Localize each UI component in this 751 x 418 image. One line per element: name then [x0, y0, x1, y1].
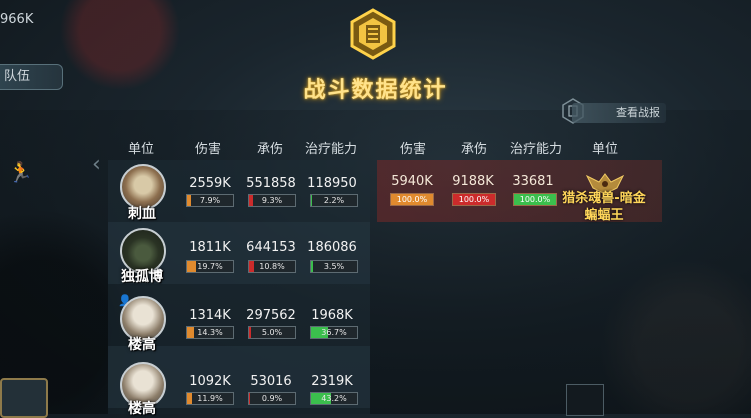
damage-bar: 19.7% [186, 260, 234, 273]
heal-value: 2319K [311, 374, 353, 389]
chevron-left-icon[interactable]: ‹ [92, 152, 101, 177]
enemy-heal-bar: 100.0% [513, 193, 557, 206]
damage-value: 1092K [189, 374, 231, 389]
enemy-name: 猎杀魂兽-暗金蝙蝠王 [562, 191, 646, 223]
enemy-taken-bar: 100.0% [452, 193, 496, 206]
enemy-heal-value: 33681 [512, 174, 554, 189]
stats-emblem-icon [350, 8, 396, 60]
taken-bar: 0.9% [248, 392, 296, 405]
damage-bar: 11.9% [186, 392, 234, 405]
damage-value: 2559K [189, 176, 231, 191]
item-slot[interactable] [566, 384, 604, 416]
enemy-taken-value: 9188K [452, 174, 494, 189]
taken-bar: 9.3% [248, 194, 296, 207]
header-unit-right: 单位 [592, 142, 619, 157]
taken-value: 644153 [246, 240, 296, 255]
hero-name: 刺血 [128, 206, 156, 222]
hero-name: 独孤博 [121, 269, 163, 285]
taken-value: 297562 [246, 308, 296, 323]
heal-bar: 2.2% [310, 194, 358, 207]
heal-value: 186086 [307, 240, 357, 255]
header-taken-left: 承伤 [257, 142, 284, 157]
damage-bar: 7.9% [186, 194, 234, 207]
hero-name: 楼高 [128, 401, 156, 417]
header-heal-left: 治疗能力 [305, 142, 358, 157]
damage-bar: 14.3% [186, 326, 234, 339]
heal-value: 1968K [311, 308, 353, 323]
heal-bar: 36.7% [310, 326, 358, 339]
taken-bar: 10.8% [248, 260, 296, 273]
view-report-button[interactable]: 查看战报 [572, 103, 666, 123]
page-title: 战斗数据统计 [303, 78, 448, 103]
taken-value: 551858 [246, 176, 296, 191]
enemy-damage-bar: 100.0% [390, 193, 434, 206]
taken-value: 53016 [250, 374, 292, 389]
heal-bar: 43.2% [310, 392, 358, 405]
header-heal-right: 治疗能力 [510, 142, 563, 157]
heal-value: 118950 [307, 176, 357, 191]
header-damage-right: 伤害 [400, 142, 427, 157]
running-figure-icon[interactable]: 🏃 [8, 160, 36, 186]
hero-name: 楼高 [128, 337, 156, 353]
header-damage-left: 伤害 [195, 142, 222, 157]
damage-value: 1314K [189, 308, 231, 323]
header-unit-left: 单位 [128, 142, 155, 157]
enemy-damage-value: 5940K [391, 174, 433, 189]
damage-value: 1811K [189, 240, 231, 255]
heal-bar: 3.5% [310, 260, 358, 273]
header-taken-right: 承伤 [461, 142, 488, 157]
skill-slot[interactable] [0, 378, 48, 418]
top-left-counter: 966K [0, 12, 34, 27]
taken-bar: 5.0% [248, 326, 296, 339]
